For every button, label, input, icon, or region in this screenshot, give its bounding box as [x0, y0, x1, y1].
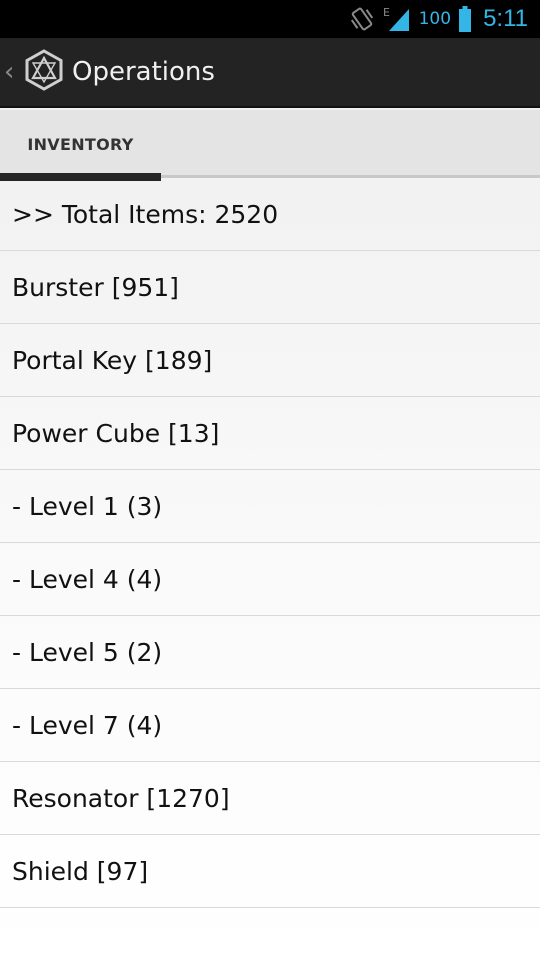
list-item-label: - Level 5 (2)	[12, 637, 163, 667]
list-item-level-7[interactable]: - Level 7 (4)	[0, 689, 540, 762]
list-item-label: Portal Key [189]	[12, 345, 213, 375]
list-item-shield[interactable]: Shield [97]	[0, 835, 540, 908]
vibrate-icon	[349, 6, 375, 32]
list-item-total[interactable]: >> Total Items: 2520	[0, 178, 540, 251]
action-bar: ‹ Operations	[0, 38, 540, 108]
network-type-label: E	[383, 6, 390, 19]
chevron-left-icon[interactable]: ‹	[4, 57, 22, 87]
app-logo-icon[interactable]	[24, 49, 64, 95]
list-item-level-1[interactable]: - Level 1 (3)	[0, 470, 540, 543]
page-title: Operations	[72, 57, 215, 87]
inventory-list: >> Total Items: 2520 Burster [951] Porta…	[0, 178, 540, 908]
list-item-power-cube[interactable]: Power Cube [13]	[0, 397, 540, 470]
list-item-label: - Level 1 (3)	[12, 491, 163, 521]
list-item-resonator[interactable]: Resonator [1270]	[0, 762, 540, 835]
list-item-label: >> Total Items: 2520	[12, 199, 279, 229]
list-item-label: - Level 7 (4)	[12, 710, 163, 740]
list-item-label: Power Cube [13]	[12, 418, 220, 448]
signal-icon: E	[383, 5, 411, 33]
list-item-label: Resonator [1270]	[12, 783, 230, 813]
tab-inventory[interactable]: INVENTORY	[0, 110, 161, 181]
list-item-level-5[interactable]: - Level 5 (2)	[0, 616, 540, 689]
tab-strip: INVENTORY	[0, 110, 540, 181]
battery-level: 100	[418, 9, 452, 29]
list-item-portal-key[interactable]: Portal Key [189]	[0, 324, 540, 397]
list-item-burster[interactable]: Burster [951]	[0, 251, 540, 324]
list-item-label: Burster [951]	[12, 272, 179, 302]
clock: 5:11	[483, 5, 528, 32]
list-item-label: Shield [97]	[12, 856, 149, 886]
tab-label: INVENTORY	[27, 134, 134, 154]
battery-icon	[459, 6, 472, 32]
status-bar: E 100 5:11	[0, 0, 540, 38]
list-item-level-4[interactable]: - Level 4 (4)	[0, 543, 540, 616]
list-item-label: - Level 4 (4)	[12, 564, 163, 594]
